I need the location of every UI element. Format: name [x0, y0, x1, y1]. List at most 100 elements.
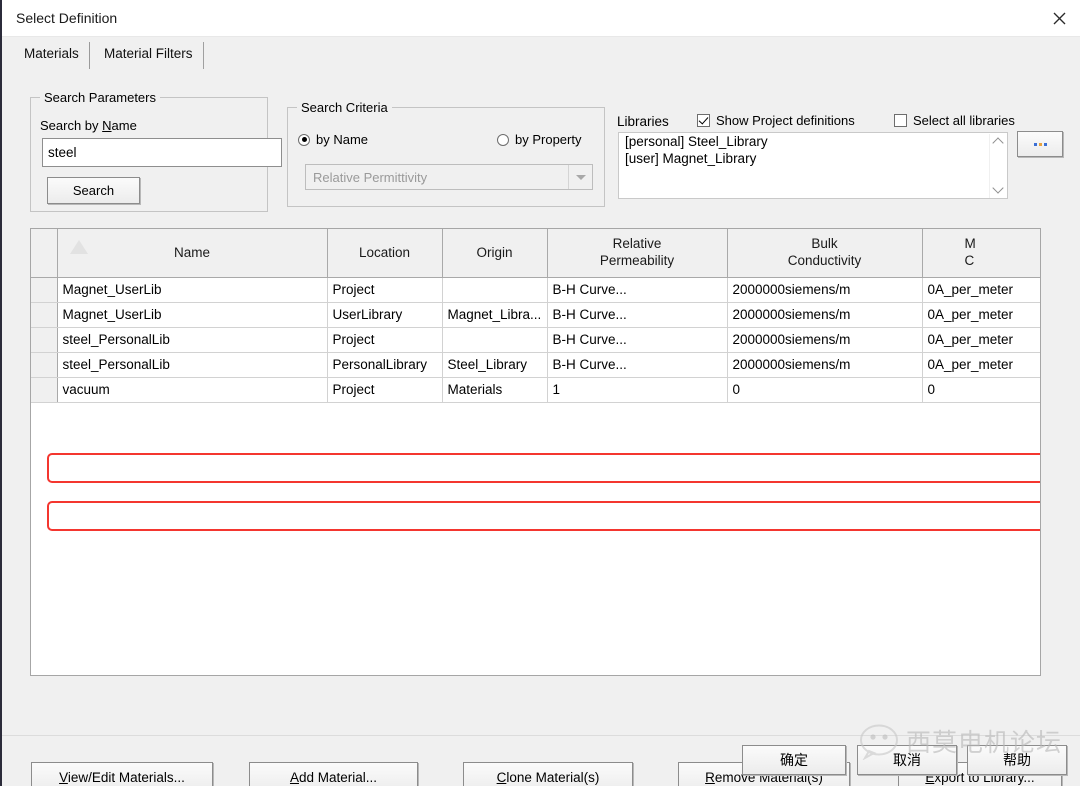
- cell-origin: Steel_Library: [442, 352, 548, 378]
- row-select-cell[interactable]: [31, 302, 58, 328]
- column-header-location-label: Location: [358, 245, 411, 261]
- checkbox-show-project-definitions-indicator: [697, 114, 710, 127]
- column-header-name[interactable]: Name: [57, 229, 328, 278]
- tab-materials-label: Materials: [24, 46, 79, 61]
- row-select-cell[interactable]: [31, 352, 58, 378]
- property-select[interactable]: Relative Permittivity: [305, 164, 593, 190]
- browse-libraries-button[interactable]: [1017, 131, 1063, 157]
- sort-ascending-icon: [69, 238, 88, 255]
- radio-by-name-indicator: [298, 133, 310, 146]
- search-criteria-title: Search Criteria: [297, 100, 392, 115]
- checkbox-select-all-libraries[interactable]: Select all libraries: [894, 113, 1015, 128]
- table-row[interactable]: vacuum Project Materials 1 0 0: [31, 377, 1040, 403]
- add-material-button[interactable]: Add Material...: [249, 762, 418, 786]
- highlight-rectangle: [47, 453, 1040, 483]
- cell-relative-permeability: B-H Curve...: [547, 327, 728, 353]
- radio-by-property-indicator: [497, 133, 509, 146]
- row-select-cell[interactable]: [31, 327, 58, 353]
- table-header-row: Name Location Origin Relative Permeabilit…: [31, 229, 1040, 278]
- cell-magnetic-coercivity: 0A_per_meter: [922, 352, 1040, 378]
- cell-name: Magnet_UserLib: [57, 277, 328, 303]
- page-title: Select Definition: [16, 10, 118, 26]
- title-bar: Select Definition: [2, 0, 1080, 37]
- column-header-origin[interactable]: Origin: [442, 229, 548, 278]
- search-by-name-label: Search by Name: [40, 118, 137, 133]
- cell-name: Magnet_UserLib: [57, 302, 328, 328]
- materials-table[interactable]: Name Location Origin Relative Permeabilit…: [30, 228, 1041, 676]
- cell-bulk-conductivity: 2000000siemens/m: [727, 277, 923, 303]
- clone-materials-button[interactable]: Clone Material(s): [463, 762, 633, 786]
- highlight-rectangle: [47, 501, 1040, 531]
- libraries-list-scrollbar[interactable]: [989, 134, 1006, 198]
- list-item[interactable]: [user] Magnet_Library: [619, 150, 1007, 167]
- cell-bulk-conductivity: 0: [727, 377, 923, 403]
- cell-name: steel_PersonalLib: [57, 352, 328, 378]
- cell-origin: [442, 327, 548, 353]
- column-header-relative-permeability[interactable]: Relative Permeability: [547, 229, 728, 278]
- view-edit-materials-label: View/Edit Materials...: [59, 770, 185, 785]
- select-definition-dialog: Select Definition Materials Material Fil…: [0, 0, 1080, 786]
- radio-by-property[interactable]: by Property: [497, 132, 581, 147]
- checkbox-show-project-definitions[interactable]: Show Project definitions: [697, 113, 855, 128]
- clone-materials-label: Clone Material(s): [496, 770, 600, 785]
- cell-name: steel_PersonalLib: [57, 327, 328, 353]
- cell-relative-permeability: 1: [547, 377, 728, 403]
- help-button[interactable]: 帮助: [967, 745, 1067, 775]
- cell-bulk-conductivity: 2000000siemens/m: [727, 302, 923, 328]
- tab-material-filters[interactable]: Material Filters: [94, 42, 204, 69]
- chevron-up-icon[interactable]: [993, 137, 1004, 148]
- cell-name: vacuum: [57, 377, 328, 403]
- row-select-cell[interactable]: [31, 277, 58, 303]
- cell-magnetic-coercivity: 0A_per_meter: [922, 327, 1040, 353]
- cell-location: Project: [327, 277, 443, 303]
- cell-magnetic-coercivity: 0A_per_meter: [922, 277, 1040, 303]
- close-icon: [1053, 12, 1065, 24]
- table-row[interactable]: Magnet_UserLib UserLibrary Magnet_Libra...…: [31, 302, 1040, 328]
- ellipsis-icon: [1033, 142, 1047, 146]
- chevron-down-icon[interactable]: [993, 185, 1004, 196]
- ok-button[interactable]: 确定: [742, 745, 846, 775]
- cancel-button[interactable]: 取消: [857, 745, 957, 775]
- search-button[interactable]: Search: [47, 177, 140, 204]
- table-row[interactable]: steel_PersonalLib PersonalLibrary Steel_Li…: [31, 352, 1040, 378]
- table-row[interactable]: Magnet_UserLib Project B-H Curve... 2000000…: [31, 277, 1040, 303]
- table-row[interactable]: steel_PersonalLib Project B-H Curve... 2000…: [31, 327, 1040, 353]
- libraries-label: Libraries: [617, 114, 669, 129]
- list-item[interactable]: [personal] Steel_Library: [619, 133, 1007, 150]
- cell-location: PersonalLibrary: [327, 352, 443, 378]
- radio-by-name[interactable]: by Name: [298, 132, 368, 147]
- search-parameters-title: Search Parameters: [40, 90, 160, 105]
- checkbox-show-project-definitions-label: Show Project definitions: [716, 113, 855, 128]
- close-button[interactable]: [1036, 0, 1080, 36]
- cell-relative-permeability: B-H Curve...: [547, 352, 728, 378]
- property-select-value: Relative Permittivity: [313, 169, 428, 185]
- column-header-magnetic-coercivity[interactable]: MC: [922, 229, 1040, 278]
- tab-material-filters-label: Material Filters: [104, 46, 193, 61]
- column-header-name-label: Name: [173, 245, 210, 261]
- column-header-bulk-conductivity[interactable]: Bulk Conductivity: [727, 229, 923, 278]
- cell-origin: Magnet_Libra...: [442, 302, 548, 328]
- cell-origin: [442, 277, 548, 303]
- search-input[interactable]: [42, 138, 282, 167]
- search-button-label: Search: [72, 183, 115, 198]
- chevron-down-icon: [568, 165, 592, 189]
- cell-location: UserLibrary: [327, 302, 443, 328]
- view-edit-materials-button[interactable]: View/Edit Materials...: [31, 762, 213, 786]
- row-select-cell[interactable]: [31, 377, 58, 403]
- checkbox-select-all-libraries-indicator: [894, 114, 907, 127]
- cell-location: Project: [327, 327, 443, 353]
- cell-magnetic-coercivity: 0: [922, 377, 1040, 403]
- cell-relative-permeability: B-H Curve...: [547, 302, 728, 328]
- libraries-list[interactable]: [personal] Steel_Library [user] Magnet_L…: [618, 132, 1008, 199]
- ok-button-label: 确定: [780, 752, 808, 768]
- cell-origin: Materials: [442, 377, 548, 403]
- radio-by-name-label: by Name: [316, 132, 369, 147]
- cell-location: Project: [327, 377, 443, 403]
- checkbox-select-all-libraries-label: Select all libraries: [913, 113, 1015, 128]
- tab-materials[interactable]: Materials: [14, 42, 90, 69]
- column-header-location[interactable]: Location: [327, 229, 443, 278]
- search-criteria-group: Search Criteria: [287, 100, 605, 207]
- cell-bulk-conductivity: 2000000siemens/m: [727, 352, 923, 378]
- help-button-label: 帮助: [1003, 752, 1031, 768]
- column-header-select[interactable]: [31, 229, 58, 278]
